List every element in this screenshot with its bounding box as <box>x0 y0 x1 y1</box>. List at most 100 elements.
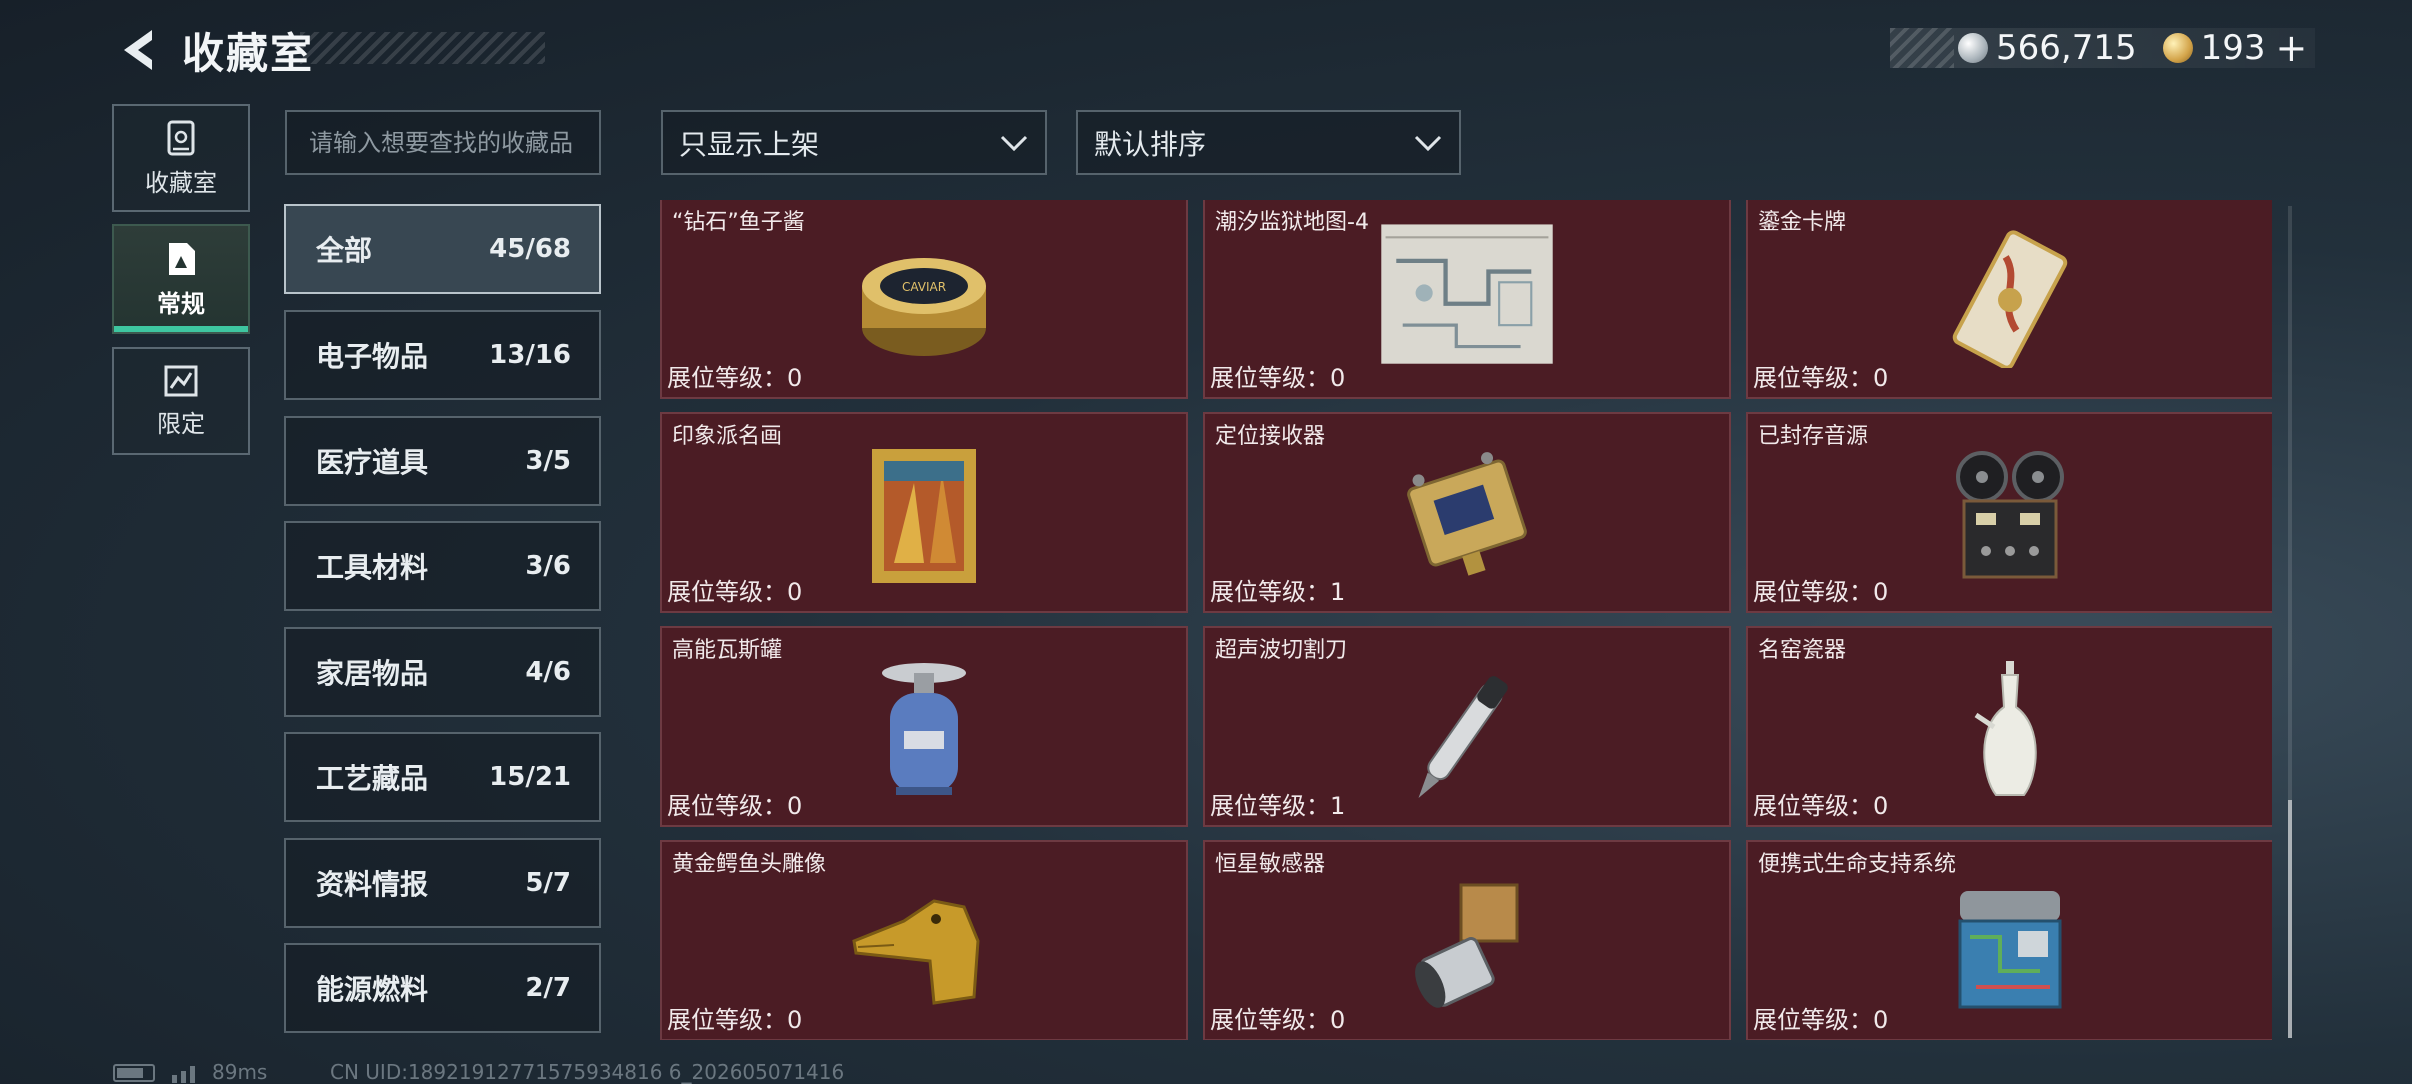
category-medical[interactable]: 医疗道具 3/5 <box>284 416 601 506</box>
collection-room-icon <box>167 120 195 155</box>
gold-crocodile-icon <box>852 899 980 1005</box>
title-decoration <box>300 32 545 64</box>
item-name: “钻石”鱼子酱 <box>672 210 805 235</box>
category-count: 3/6 <box>525 551 571 581</box>
item-card[interactable]: 已封存音源 展位等级：0 <box>1746 412 2272 613</box>
add-currency-button[interactable]: + <box>2276 26 2308 70</box>
item-level: 展位等级：0 <box>667 578 803 606</box>
item-name: 名窑瓷器 <box>1758 638 1847 663</box>
page-title: 收藏室 <box>182 29 315 78</box>
limited-icon <box>164 365 198 396</box>
item-level: 展位等级：1 <box>1210 792 1346 820</box>
item-level: 展位等级：0 <box>1753 792 1889 820</box>
item-card[interactable]: 超声波切割刀 展位等级：1 <box>1203 626 1731 827</box>
item-level: 展位等级：1 <box>1210 578 1346 606</box>
life-support-icon <box>1958 891 2062 1009</box>
back-button[interactable] <box>112 22 168 78</box>
item-level: 展位等级：0 <box>1753 364 1889 392</box>
category-name: 工具材料 <box>316 551 429 584</box>
category-fuel[interactable]: 能源燃料 2/7 <box>284 943 601 1033</box>
category-household[interactable]: 家居物品 4/6 <box>284 627 601 717</box>
category-name: 工艺藏品 <box>316 762 429 795</box>
category-count: 45/68 <box>489 234 571 264</box>
item-card[interactable]: 鎏金卡牌 展位等级：0 <box>1746 200 2272 399</box>
nav-collection-room[interactable]: 收藏室 <box>112 104 250 212</box>
gold-coin-icon <box>2162 33 2193 63</box>
item-card[interactable]: 名窑瓷器 展位等级：0 <box>1746 626 2272 827</box>
nav-label: 收藏室 <box>145 168 217 197</box>
shelf-filter-value: 只显示上架 <box>679 127 820 161</box>
category-crafts[interactable]: 工艺藏品 15/21 <box>284 732 601 822</box>
chevron-down-icon <box>1414 135 1442 151</box>
category-count: 13/16 <box>489 340 571 370</box>
nav-label: 常规 <box>157 289 205 318</box>
category-all[interactable]: 全部 45/68 <box>284 204 601 294</box>
star-sensor-icon <box>1415 883 1519 1008</box>
gilded-card-icon <box>1952 230 2068 368</box>
ping-readout: 89ms <box>212 1060 268 1084</box>
nav-regular[interactable]: 常规 <box>112 224 250 334</box>
category-count: 15/21 <box>489 762 571 792</box>
collection-grid: “钻石”鱼子酱 CAVIAR 展位等级：0 潮汐监狱地图-4 展位等级：0 鎏金… <box>660 200 2272 1040</box>
chevron-down-icon <box>1000 135 1028 151</box>
category-intel[interactable]: 资料情报 5/7 <box>284 838 601 928</box>
item-name: 黄金鳄鱼头雕像 <box>672 852 827 877</box>
item-card[interactable]: 高能瓦斯罐 展位等级：0 <box>660 626 1188 827</box>
item-card[interactable]: 便携式生命支持系统 展位等级：0 <box>1746 840 2272 1040</box>
item-name: 超声波切割刀 <box>1215 638 1348 663</box>
svg-text:CAVIAR: CAVIAR <box>902 280 946 294</box>
item-name: 潮汐监狱地图-4 <box>1215 210 1369 235</box>
category-count: 4/6 <box>525 657 571 687</box>
item-name: 印象派名画 <box>672 424 783 449</box>
category-count: 3/5 <box>525 446 571 476</box>
porcelain-vase-icon <box>1974 661 2037 796</box>
item-card[interactable]: 黄金鳄鱼头雕像 展位等级：0 <box>660 840 1188 1040</box>
category-count: 5/7 <box>525 868 571 898</box>
item-name: 恒星敏感器 <box>1215 852 1326 877</box>
item-level: 展位等级：0 <box>1210 1006 1346 1034</box>
item-level: 展位等级：0 <box>1753 578 1889 606</box>
item-name: 高能瓦斯罐 <box>672 638 783 663</box>
category-name: 家居物品 <box>316 657 429 690</box>
category-name: 电子物品 <box>316 340 429 373</box>
ultrasonic-cutter-icon <box>1418 676 1508 799</box>
item-level: 展位等级：0 <box>1753 1006 1889 1034</box>
currency-bar: 566,715 193 + <box>1890 26 2315 70</box>
silver-coin-icon <box>1958 33 1988 63</box>
item-card[interactable]: 定位接收器 展位等级：1 <box>1203 412 1731 613</box>
category-name: 全部 <box>316 234 373 267</box>
item-level: 展位等级：0 <box>667 1006 803 1034</box>
category-electronics[interactable]: 电子物品 13/16 <box>284 310 601 400</box>
silver-coin-amount: 566,715 <box>1996 28 2137 68</box>
locator-receiver-icon <box>1407 452 1527 576</box>
back-arrow-icon <box>124 30 152 70</box>
item-card[interactable]: “钻石”鱼子酱 CAVIAR 展位等级：0 <box>660 200 1188 399</box>
item-level: 展位等级：0 <box>1210 364 1346 392</box>
category-name: 医疗道具 <box>316 446 429 479</box>
reel-recorder-icon <box>1956 451 2064 579</box>
item-level: 展位等级：0 <box>667 792 803 820</box>
gold-coin-amount: 193 <box>2200 28 2266 68</box>
shelf-filter-dropdown[interactable]: 只显示上架 <box>661 110 1047 175</box>
search-input[interactable] <box>285 110 601 175</box>
currency-decoration <box>1890 28 1954 68</box>
gas-canister-icon <box>882 663 966 795</box>
regular-icon <box>169 242 195 275</box>
item-name: 定位接收器 <box>1215 424 1326 449</box>
nav-label: 限定 <box>157 409 205 438</box>
item-level: 展位等级：0 <box>667 364 803 392</box>
item-card[interactable]: 潮汐监狱地图-4 展位等级：0 <box>1203 200 1731 399</box>
grid-scrollbar-thumb[interactable] <box>2288 800 2292 1038</box>
item-name: 已封存音源 <box>1758 424 1869 449</box>
active-indicator <box>114 326 248 332</box>
painting-icon <box>872 449 976 583</box>
item-card[interactable]: 恒星敏感器 展位等级：0 <box>1203 840 1731 1040</box>
category-name: 能源燃料 <box>316 973 429 1006</box>
prison-map-icon <box>1381 224 1553 364</box>
item-card[interactable]: 印象派名画 展位等级：0 <box>660 412 1188 613</box>
caviar-tin-icon: CAVIAR <box>862 258 986 356</box>
sort-dropdown[interactable]: 默认排序 <box>1076 110 1461 175</box>
nav-limited[interactable]: 限定 <box>112 347 250 455</box>
category-tools[interactable]: 工具材料 3/6 <box>284 521 601 611</box>
category-count: 2/7 <box>525 973 571 1003</box>
